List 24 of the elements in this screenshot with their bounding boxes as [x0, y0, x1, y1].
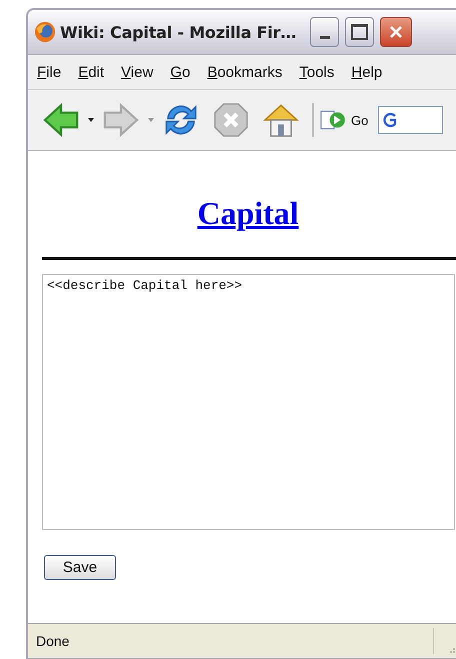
menu-item[interactable]: File — [37, 64, 62, 80]
menu-item[interactable]: View — [121, 64, 154, 80]
globe-icon — [34, 21, 56, 43]
menu-item[interactable]: Go — [170, 64, 190, 80]
minimize-button[interactable] — [310, 17, 340, 47]
back-button[interactable] — [42, 101, 80, 139]
search-engine-icon — [382, 111, 398, 129]
dropdown-caret[interactable] — [88, 118, 94, 122]
search-field[interactable] — [378, 106, 444, 134]
window-title: Wiki: Capital - Mozilla Fir… — [60, 22, 296, 42]
minimize-icon — [320, 36, 330, 38]
maximize-icon — [351, 24, 368, 40]
status-text: Done — [36, 633, 70, 649]
page-title-link[interactable]: Capital — [197, 195, 299, 231]
menu-item[interactable]: Bookmarks — [207, 64, 282, 80]
save-button[interactable]: Save — [44, 555, 116, 580]
maximize-button[interactable] — [345, 17, 374, 47]
close-button[interactable] — [380, 17, 412, 47]
menu-item[interactable]: Edit — [78, 64, 104, 80]
menu-item[interactable]: Help — [351, 64, 382, 80]
go-button[interactable]: Go — [320, 109, 368, 131]
text-area[interactable]: <<describe Capital here>> — [42, 274, 455, 530]
close-icon — [388, 24, 404, 40]
menu-item[interactable]: Tools — [299, 64, 334, 80]
